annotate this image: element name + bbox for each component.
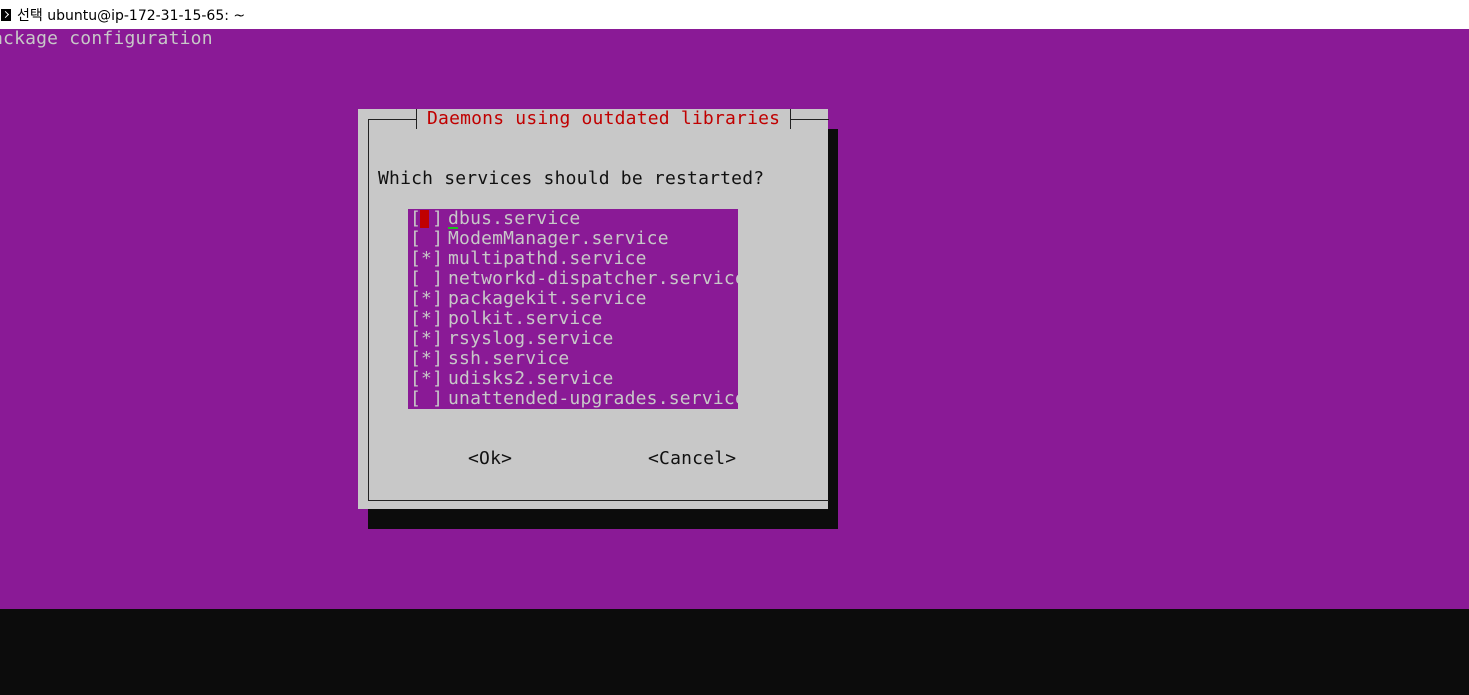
service-item-dbus[interactable]: [ ] dbus.service [408, 209, 738, 229]
service-item-udisks2[interactable]: [*] udisks2.service [408, 369, 738, 389]
service-name: dbus.service [448, 208, 581, 229]
ok-button[interactable]: <Ok> [468, 449, 512, 469]
service-name: ssh.service [448, 348, 570, 369]
service-name: polkit.service [448, 308, 603, 329]
service-item-networkd-dispatcher[interactable]: [ ] networkd-dispatcher.service [408, 269, 746, 289]
terminal-screen: ackage configuration Daemons using outda… [0, 29, 1469, 609]
checkbox[interactable]: [*] [410, 369, 443, 389]
terminal-bottom-area [0, 609, 1469, 695]
checkbox[interactable]: [*] [410, 309, 443, 329]
service-name: unattended-upgrades.service [448, 388, 746, 409]
service-name: multipathd.service [448, 248, 647, 269]
window-titlebar: 선택 ubuntu@ip-172-31-15-65: ~ [0, 0, 1469, 29]
checkbox[interactable]: [*] [410, 249, 443, 269]
service-name: ModemManager.service [448, 228, 669, 249]
checkbox[interactable]: [*] [410, 329, 443, 349]
service-item-ssh[interactable]: [*] ssh.service [408, 349, 738, 369]
service-item-unattended-upgrades[interactable]: [ ] unattended-upgrades.service [408, 389, 746, 409]
dialog-title: Daemons using outdated libraries [416, 109, 792, 129]
dialog-question: Which services should be restarted? [378, 168, 765, 189]
terminal-icon [1, 8, 11, 21]
service-name: rsyslog.service [448, 328, 614, 349]
restart-services-dialog: Daemons using outdated libraries Which s… [358, 109, 829, 509]
cancel-button[interactable]: <Cancel> [648, 449, 736, 469]
service-name: packagekit.service [448, 288, 647, 309]
checkbox[interactable]: [ ] [410, 229, 443, 249]
selection-cursor [420, 210, 429, 228]
checkbox[interactable]: [ ] [410, 269, 443, 289]
service-name: udisks2.service [448, 368, 614, 389]
services-checklist[interactable]: [ ] dbus.service [ ] ModemManager.servic… [408, 209, 746, 409]
service-item-multipathd[interactable]: [*] multipathd.service [408, 249, 738, 269]
service-item-polkit[interactable]: [*] polkit.service [408, 309, 738, 329]
checkbox[interactable]: [ ] [410, 389, 443, 409]
window-title: 선택 ubuntu@ip-172-31-15-65: ~ [17, 7, 246, 24]
service-name: networkd-dispatcher.service [448, 268, 746, 289]
checkbox[interactable]: [*] [410, 289, 443, 309]
service-item-modemmanager[interactable]: [ ] ModemManager.service [408, 229, 738, 249]
backtitle: ackage configuration [0, 28, 213, 49]
service-item-packagekit[interactable]: [*] packagekit.service [408, 289, 738, 309]
service-item-rsyslog[interactable]: [*] rsyslog.service [408, 329, 738, 349]
checkbox[interactable]: [*] [410, 349, 443, 369]
